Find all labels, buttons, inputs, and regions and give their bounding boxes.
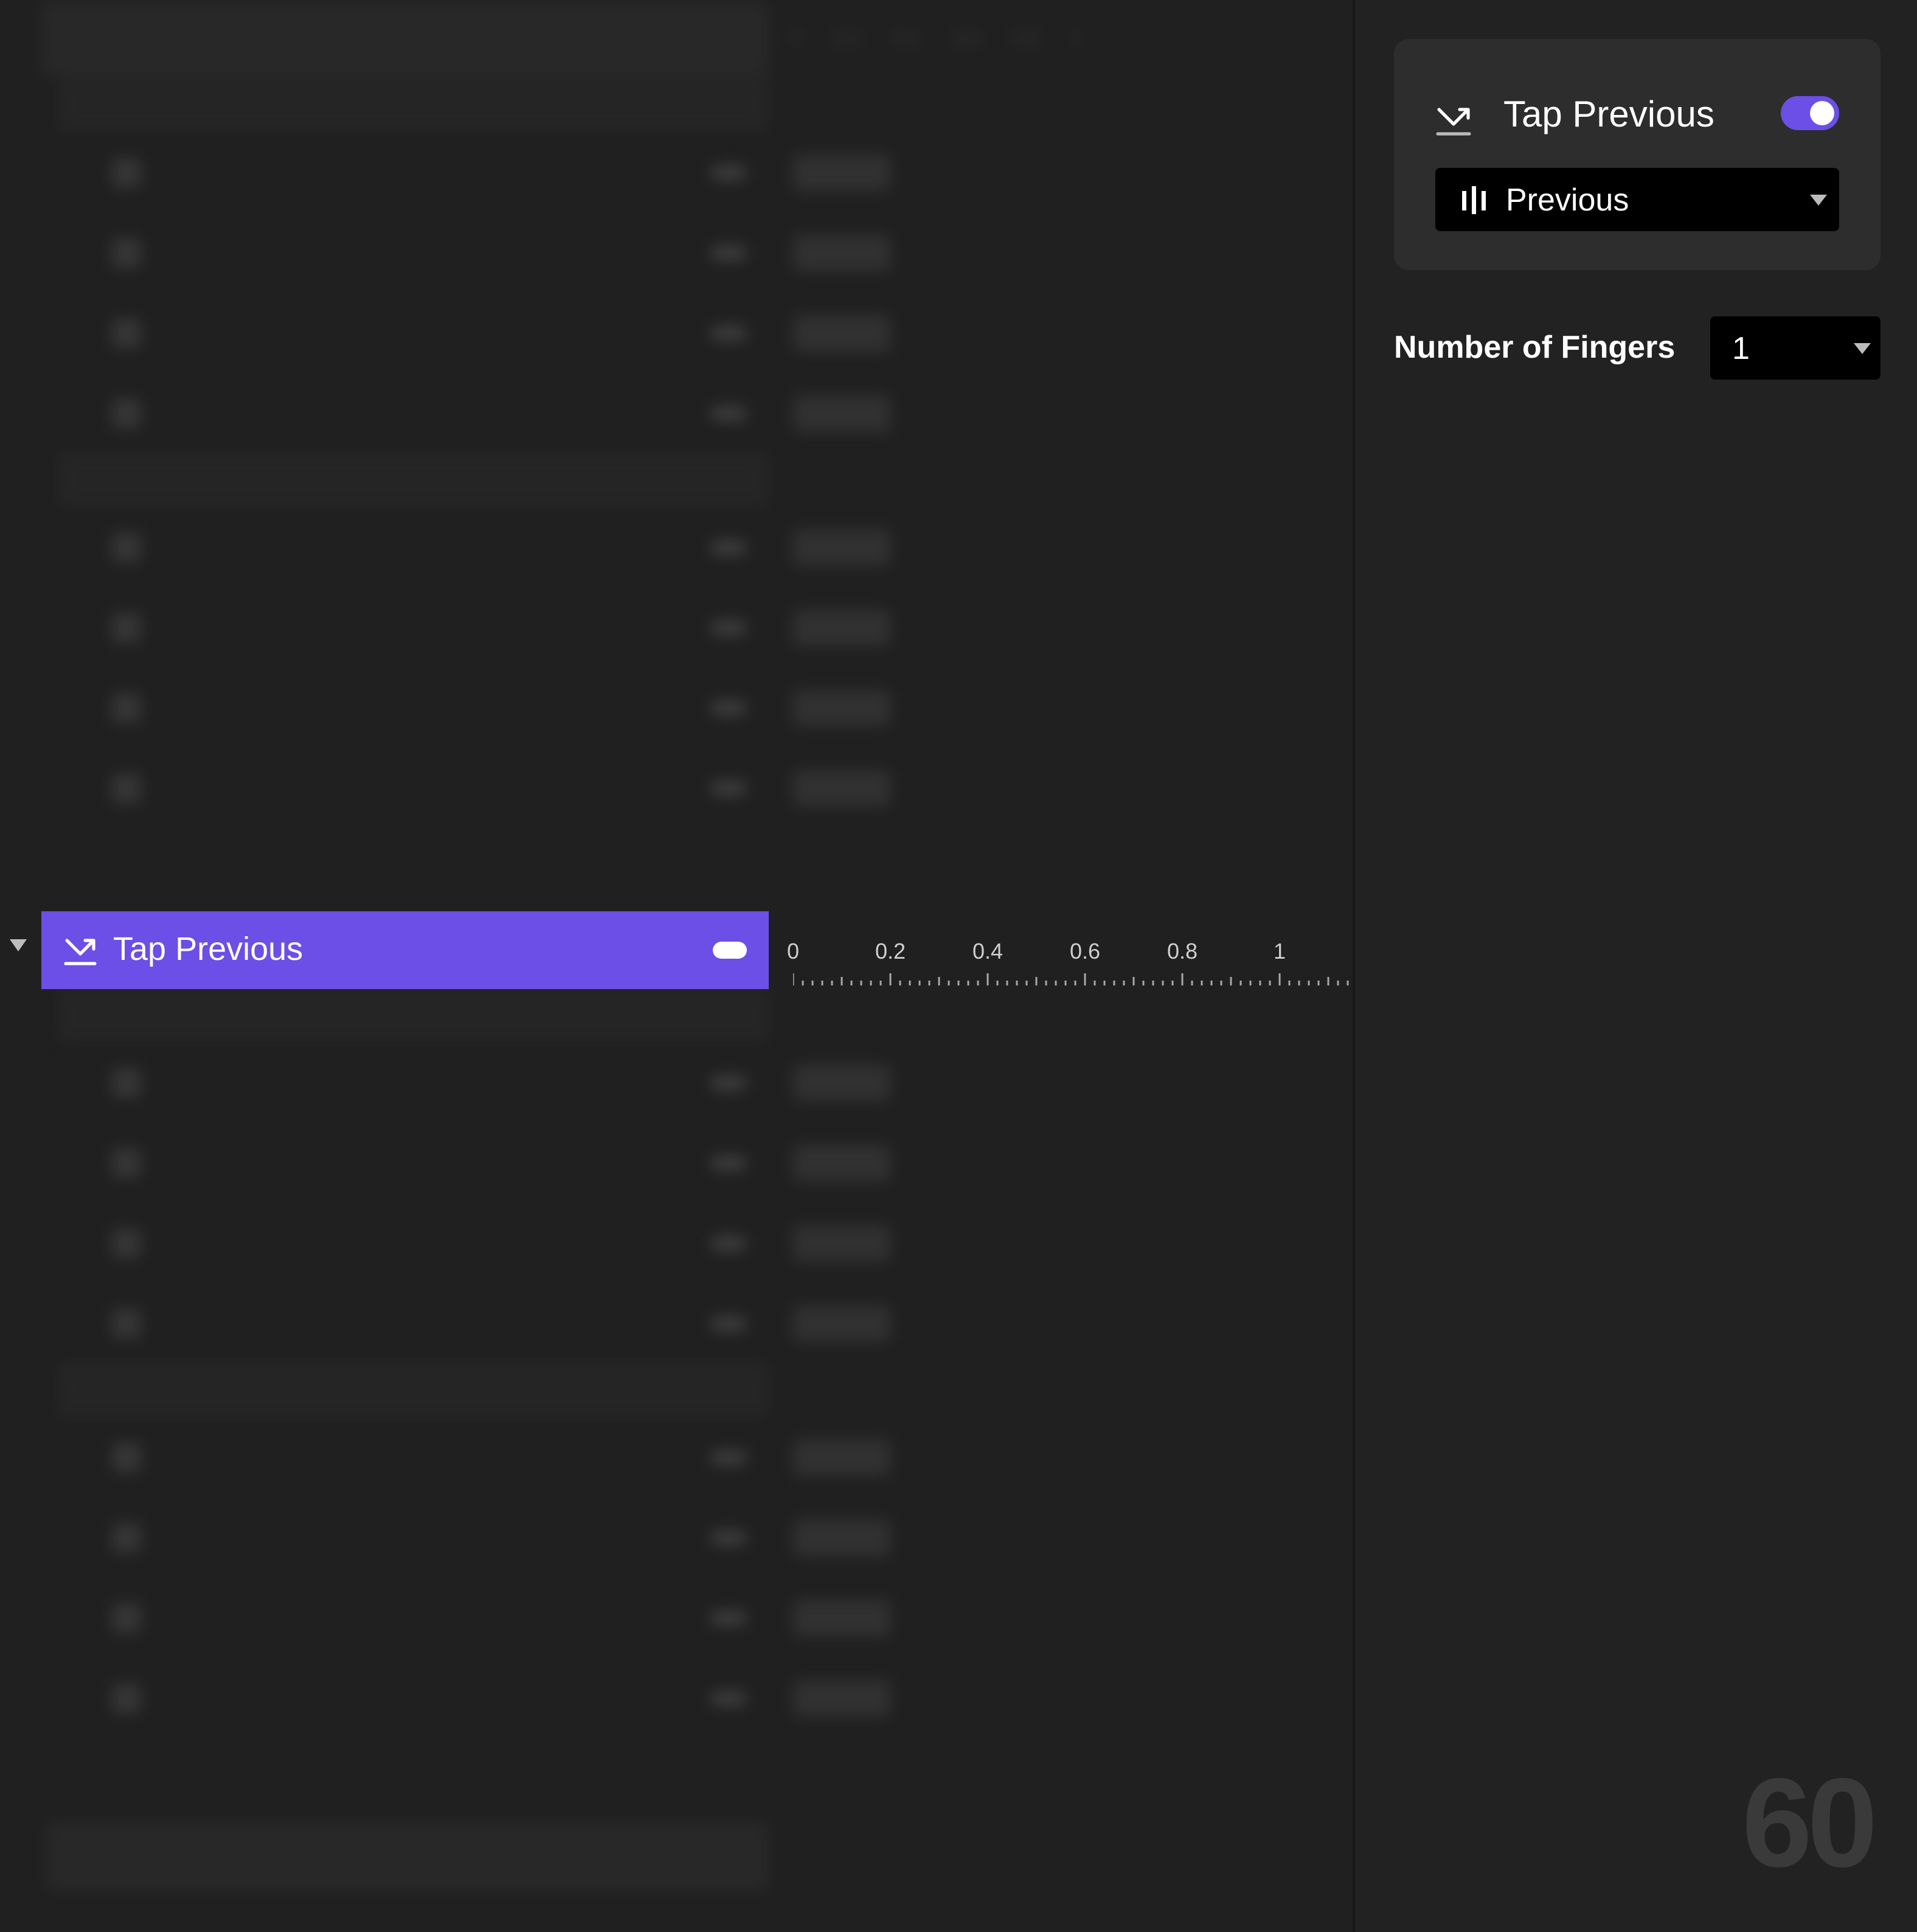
ruler-ticks [793, 973, 1349, 985]
selected-trigger-row[interactable]: Tap Previous [41, 911, 769, 989]
trigger-title: Tap Previous [1503, 95, 1714, 135]
fingers-dropdown[interactable]: 1 [1710, 316, 1881, 380]
swipe-down-icon [1436, 108, 1471, 136]
action-dropdown[interactable]: Previous [1435, 168, 1839, 231]
timeline-ruler[interactable]: 0 0.2 0.4 0.6 0.8 1 [787, 937, 1353, 993]
timeline-pane: 0 0.2 0.4 0.6 0.8 1 Tap Previous 0 0.2 0… [0, 0, 1353, 1932]
fps-counter: 60 [1742, 1753, 1877, 1894]
inspector-pane: Tap Previous Previous Number of Fingers … [1355, 0, 1917, 1932]
collapse-arrow-icon[interactable] [10, 939, 27, 951]
action-dropdown-value: Previous [1506, 181, 1629, 218]
fingers-dropdown-value: 1 [1732, 330, 1750, 366]
bars-icon [1462, 186, 1486, 214]
trigger-card: Tap Previous Previous [1394, 39, 1881, 270]
fingers-label: Number of Fingers [1394, 328, 1676, 365]
swipe-down-icon [64, 939, 97, 965]
toggle-knob [1810, 101, 1834, 125]
chevron-down-icon [1810, 195, 1827, 206]
chevron-down-icon [1854, 343, 1871, 354]
trigger-enabled-toggle[interactable] [1781, 96, 1839, 130]
trigger-options-pill[interactable] [713, 942, 747, 959]
selected-trigger-label: Tap Previous [113, 931, 303, 967]
